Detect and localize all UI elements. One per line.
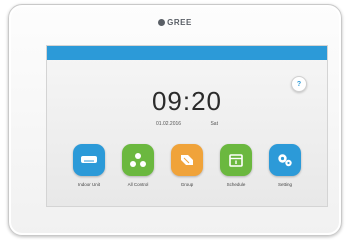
app-menu: Indoor Unit All Control Group Schedule S…	[47, 144, 327, 187]
clock-time: 09:20	[151, 86, 223, 116]
brand-logo: GREE	[9, 18, 341, 27]
schedule-tile[interactable]	[220, 144, 252, 176]
setting-icon	[278, 154, 292, 167]
indoor-unit-tile[interactable]	[73, 144, 105, 176]
all-control-tile[interactable]	[122, 144, 154, 176]
group-icon	[181, 155, 193, 165]
all-control-icon	[130, 153, 146, 167]
brand-name: GREE	[167, 18, 192, 27]
app-schedule[interactable]: Schedule	[216, 144, 256, 187]
date-text: 01.02.2016	[156, 121, 182, 127]
app-setting[interactable]: Setting	[265, 144, 305, 187]
status-bar	[47, 46, 327, 60]
date-row: 01.02.2016 Sat	[47, 121, 327, 127]
app-label: Setting	[277, 182, 292, 187]
app-label: Schedule	[226, 182, 246, 187]
app-indoor-unit[interactable]: Indoor Unit	[69, 144, 109, 187]
app-all-control[interactable]: All Control	[118, 144, 158, 187]
schedule-icon	[229, 154, 243, 167]
indoor-unit-icon	[81, 156, 97, 163]
app-group[interactable]: Group	[167, 144, 207, 187]
app-label: Group	[180, 182, 194, 187]
setting-tile[interactable]	[269, 144, 301, 176]
gree-logo-icon	[158, 19, 166, 26]
touch-screen: ? 09:20 01.02.2016 Sat Indoor Unit All C…	[46, 45, 328, 207]
group-tile[interactable]	[171, 144, 203, 176]
app-label: Indoor Unit	[77, 182, 100, 187]
app-label: All Control	[127, 182, 149, 187]
weekday-text: Sat	[210, 121, 218, 127]
control-panel-device: GREE ? 09:20 01.02.2016 Sat Indoor Unit	[8, 4, 342, 236]
